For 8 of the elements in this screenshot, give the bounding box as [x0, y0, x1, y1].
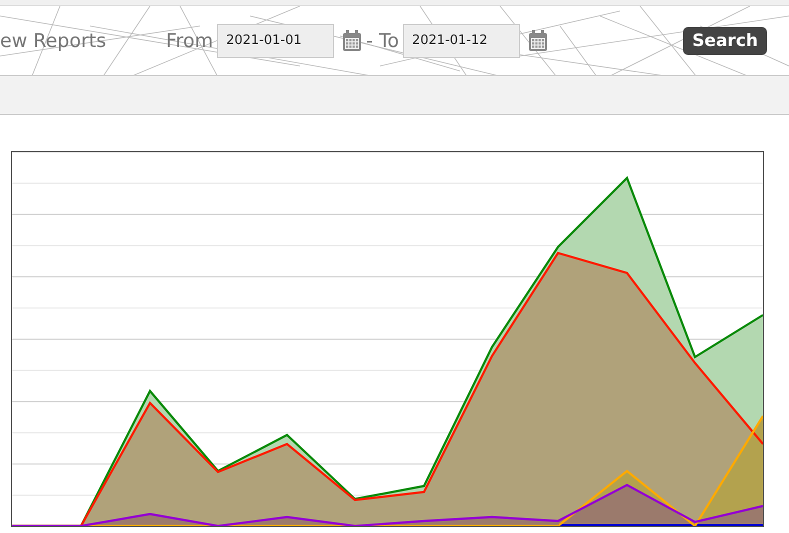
from-label: From [166, 30, 214, 52]
search-button[interactable]: Search [683, 26, 767, 54]
calendar-icon[interactable] [528, 30, 548, 52]
page-title: ew Reports [0, 30, 108, 52]
to-date-field[interactable]: 2021-01-12 [402, 24, 520, 58]
from-date-field[interactable]: 2021-01-01 [217, 24, 334, 58]
calendar-icon[interactable] [342, 30, 362, 52]
to-label: - To [366, 30, 399, 52]
